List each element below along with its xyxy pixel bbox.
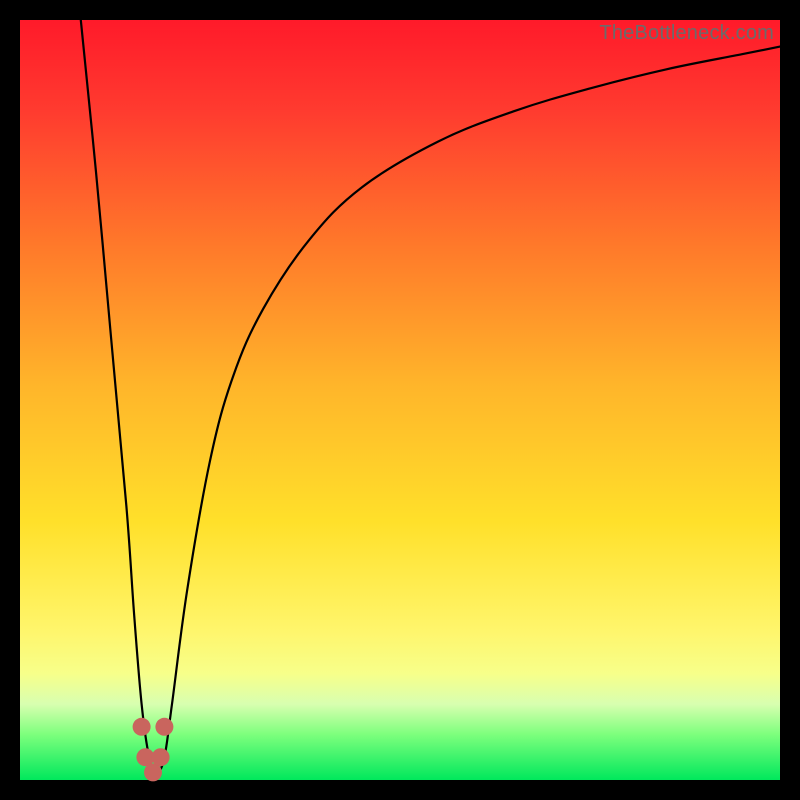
trough-marker [152, 748, 170, 766]
plot-area: TheBottleneck.com [20, 20, 780, 780]
bottleneck-curve [81, 20, 780, 772]
bottleneck-curve-svg [20, 20, 780, 780]
chart-frame: TheBottleneck.com [0, 0, 800, 800]
trough-markers [133, 718, 174, 782]
trough-marker [133, 718, 151, 736]
trough-marker [155, 718, 173, 736]
